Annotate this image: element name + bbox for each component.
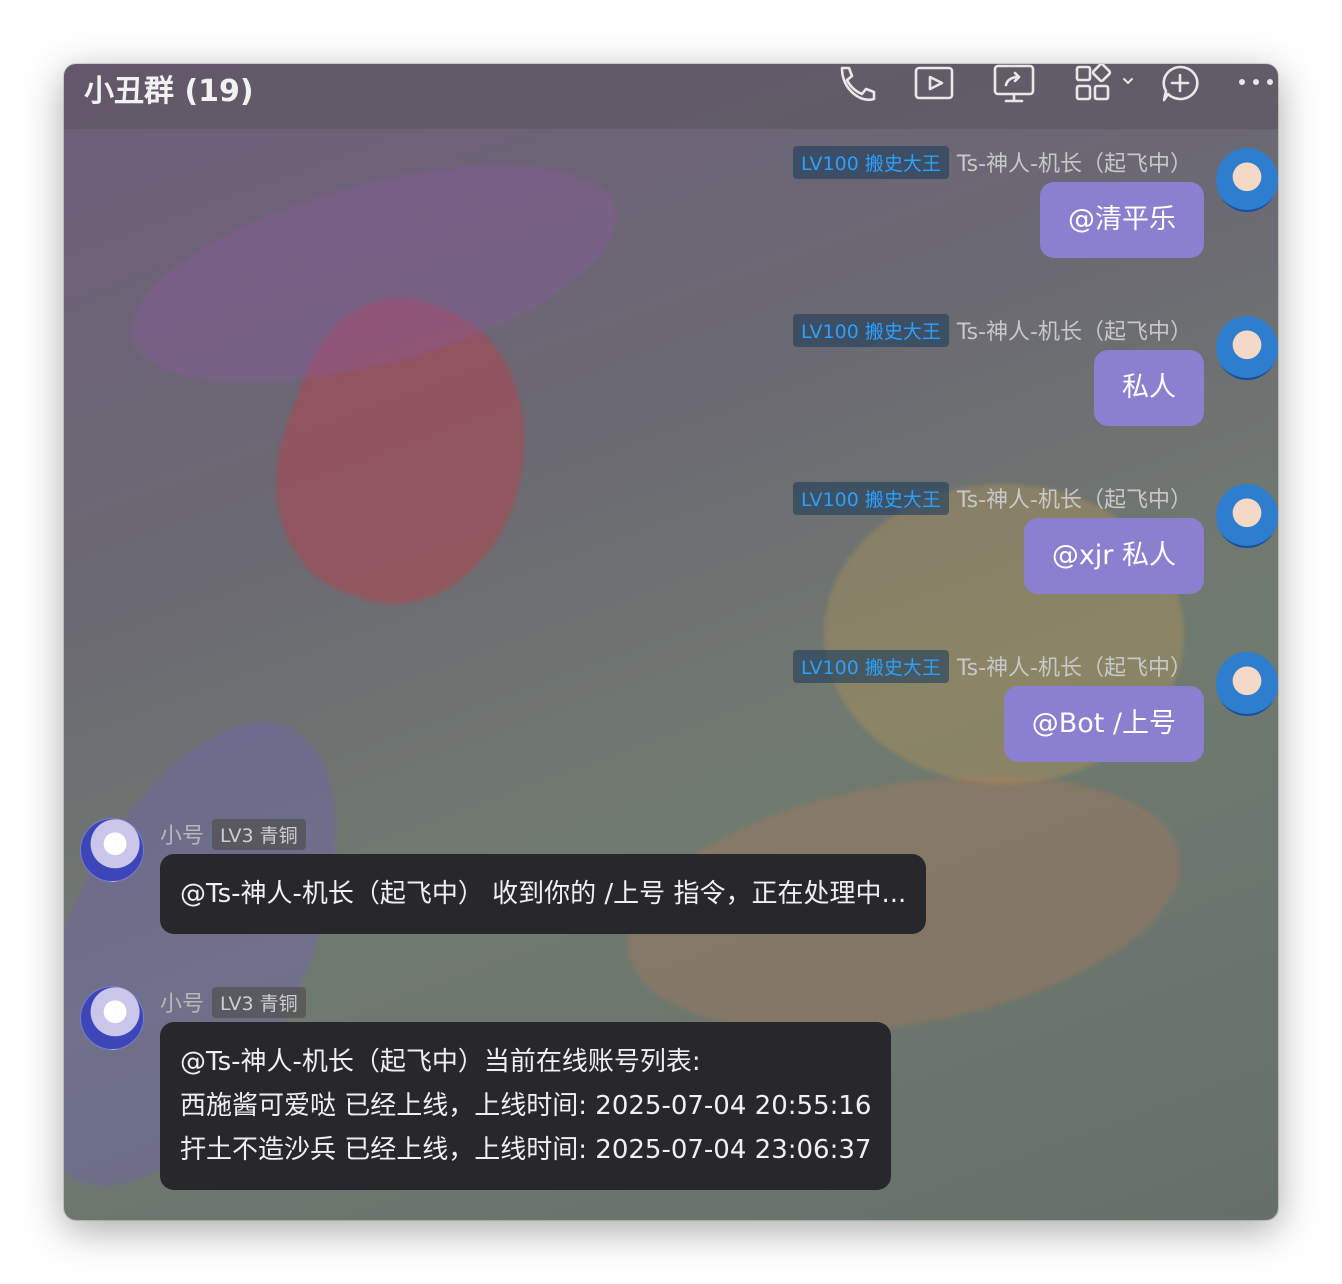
avatar[interactable]	[1216, 148, 1278, 212]
sender-name[interactable]: Ts-神人-机长（起飞中）	[957, 650, 1192, 682]
message-in: 小号 LV3 青铜 @Ts-神人-机长（起飞中） 收到你的 /上号 指令，正在处…	[80, 818, 1080, 938]
apps-grid-icon[interactable]	[1074, 64, 1134, 104]
chat-header: 小丑群 (19)	[64, 64, 1278, 130]
message-out: LV100 搬史大王 Ts-神人-机长（起飞中） 私人	[718, 313, 1278, 454]
chat-window: 小丑群 (19) LV100 搬史大王 Ts-神人-机长（起飞中） @清平乐 L…	[64, 64, 1278, 1220]
message-line: @Ts-神人-机长（起飞中）当前在线账号列表:	[180, 1047, 701, 1077]
message-bubble[interactable]: @Ts-神人-机长（起飞中）当前在线账号列表: 西施酱可爱哒 已经上线，上线时间…	[160, 1022, 892, 1190]
more-icon[interactable]	[1234, 64, 1278, 104]
sender-name[interactable]: Ts-神人-机长（起飞中）	[957, 146, 1192, 178]
sender-name[interactable]: 小号	[160, 986, 204, 1018]
message-bubble[interactable]: @清平乐	[1040, 182, 1204, 258]
level-badge: LV3 青铜	[212, 986, 306, 1018]
video-camera-icon[interactable]	[912, 64, 956, 104]
level-badge: LV100 搬史大王	[793, 649, 949, 683]
sender-name[interactable]: Ts-神人-机长（起飞中）	[957, 482, 1192, 514]
level-badge: LV100 搬史大王	[793, 481, 949, 515]
message-meta: LV100 搬史大王 Ts-神人-机长（起飞中）	[793, 313, 1192, 347]
sender-name[interactable]: 小号	[160, 818, 204, 850]
add-chat-icon[interactable]	[1158, 64, 1202, 104]
message-meta: 小号 LV3 青铜	[160, 986, 306, 1018]
message-in: 小号 LV3 青铜 @Ts-神人-机长（起飞中）当前在线账号列表: 西施酱可爱哒…	[80, 986, 1080, 1206]
message-bubble[interactable]: 私人	[1094, 350, 1204, 426]
message-meta: 小号 LV3 青铜	[160, 818, 306, 850]
message-bubble[interactable]: @xjr 私人	[1023, 518, 1204, 594]
level-badge: LV3 青铜	[212, 818, 306, 850]
message-bubble[interactable]: @Bot /上号	[1003, 686, 1204, 762]
message-out: LV100 搬史大王 Ts-神人-机长（起飞中） @Bot /上号	[718, 649, 1278, 790]
screen-share-icon[interactable]	[992, 64, 1036, 104]
level-badge: LV100 搬史大王	[793, 313, 949, 347]
avatar[interactable]	[80, 986, 144, 1050]
message-line: 西施酱可爱哒 已经上线，上线时间: 2025-07-04 20:55:16	[180, 1091, 872, 1121]
message-line: 扞土不造沙兵 已经上线，上线时间: 2025-07-04 23:06:37	[180, 1135, 872, 1165]
message-line: @Ts-神人-机长（起飞中） 收到你的 /上号 指令，正在处理中...	[180, 879, 907, 909]
message-out: LV100 搬史大王 Ts-神人-机长（起飞中） @清平乐	[718, 145, 1278, 286]
avatar[interactable]	[1216, 316, 1278, 380]
message-meta: LV100 搬史大王 Ts-神人-机长（起飞中）	[793, 145, 1192, 179]
avatar[interactable]	[1216, 652, 1278, 716]
message-meta: LV100 搬史大王 Ts-神人-机长（起飞中）	[793, 481, 1192, 515]
group-title: 小丑群 (19)	[84, 74, 254, 109]
level-badge: LV100 搬史大王	[793, 145, 949, 179]
message-out: LV100 搬史大王 Ts-神人-机长（起飞中） @xjr 私人	[718, 481, 1278, 622]
phone-icon[interactable]	[834, 64, 878, 104]
avatar[interactable]	[1216, 484, 1278, 548]
message-meta: LV100 搬史大王 Ts-神人-机长（起飞中）	[793, 649, 1192, 683]
message-bubble[interactable]: @Ts-神人-机长（起飞中） 收到你的 /上号 指令，正在处理中...	[160, 854, 927, 934]
avatar[interactable]	[80, 818, 144, 882]
sender-name[interactable]: Ts-神人-机长（起飞中）	[957, 314, 1192, 346]
